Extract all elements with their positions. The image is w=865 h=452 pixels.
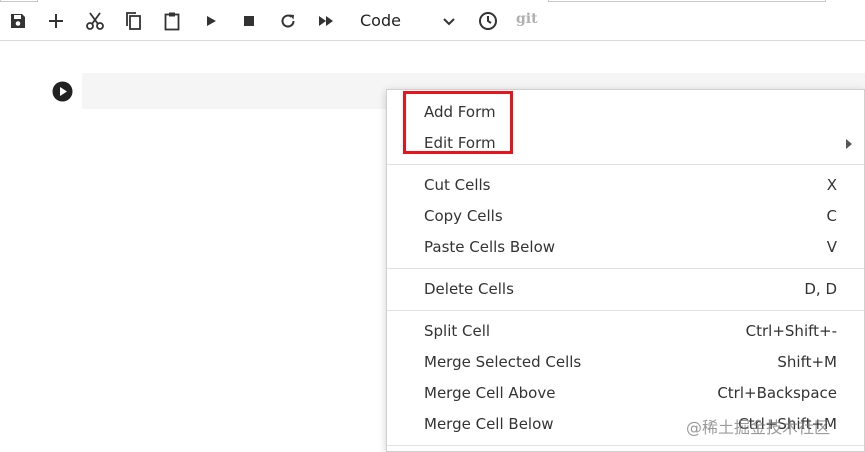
stop-kernel-button[interactable] [236,8,262,34]
save-button[interactable] [5,8,31,34]
git-button[interactable]: git [516,11,538,27]
clipboard-icon [164,12,180,31]
menu-item-shortcut: Ctrl+Shift+- [745,322,837,340]
menu-item-label: Merge Selected Cells [424,353,582,371]
menu-item-merge-cell-above[interactable]: Merge Cell Above Ctrl+Backspace [387,379,864,409]
menu-item-label: Delete Cells [424,280,514,298]
menu-item-shortcut: X [826,176,837,194]
menu-item-shortcut: V [826,238,837,256]
menu-separator [387,310,864,311]
notebook-page: Code git Add Form Edit Form Cut Cells X … [0,0,865,452]
menu-item-label: Merge Cell Below [424,415,554,433]
notebook-toolbar: Code git [0,0,865,41]
cell-type-select[interactable]: Code [352,6,466,36]
clock-icon [479,12,497,30]
menu-item-shortcut: Ctrl+Shift+M [738,415,837,433]
save-icon [11,14,25,28]
cut-button[interactable] [82,8,108,34]
cell-context-menu: Add Form Edit Form Cut Cells X Copy Cell… [386,89,865,452]
menu-item-label: Merge Cell Above [424,384,556,402]
stop-icon [244,16,254,26]
menu-item-edit-form[interactable]: Edit Form [387,129,864,159]
menu-item-merge-cell-below[interactable]: Merge Cell Below Ctrl+Shift+M [387,410,864,440]
cell-run-button[interactable] [52,81,73,102]
menu-item-copy-cells[interactable]: Copy Cells C [387,202,864,232]
menu-item-shortcut: D, D [804,280,837,298]
run-cell-button[interactable] [198,8,224,34]
menu-item-label: Split Cell [424,322,491,340]
menu-separator [387,164,864,165]
menu-item-paste-cells-below[interactable]: Paste Cells Below V [387,233,864,263]
plus-icon [49,14,63,28]
run-all-button[interactable] [313,8,339,34]
menu-item-shortcut: C [826,207,837,225]
copy-button[interactable] [120,8,146,34]
scissors-icon [86,12,104,30]
menu-separator [387,445,864,446]
restart-kernel-button[interactable] [275,8,301,34]
menu-separator [387,268,864,269]
menu-item-label: Edit Form [424,134,496,152]
history-button[interactable] [475,8,501,34]
menu-item-split-cell[interactable]: Split Cell Ctrl+Shift+- [387,317,864,347]
copy-icon [126,12,141,30]
fast-forward-icon [319,16,333,26]
menu-item-label: Cut Cells [424,176,491,194]
menu-item-merge-selected-cells[interactable]: Merge Selected Cells Shift+M [387,348,864,378]
menu-item-label: Paste Cells Below [424,238,556,256]
menu-item-shortcut: Ctrl+Backspace [717,384,837,402]
restart-icon [281,14,295,28]
menu-item-delete-cells[interactable]: Delete Cells D, D [387,275,864,305]
tab-edge-right [548,0,826,2]
tab-edge-left [0,0,38,2]
submenu-arrow-icon [846,139,852,149]
menu-item-add-form[interactable]: Add Form [387,98,864,128]
menu-item-label: Copy Cells [424,207,503,225]
menu-item-cut-cells[interactable]: Cut Cells X [387,171,864,201]
play-circle-icon [52,81,73,102]
paste-button[interactable] [159,8,185,34]
chevron-down-icon [443,18,455,26]
add-cell-button[interactable] [43,8,69,34]
menu-item-shortcut: Shift+M [777,353,837,371]
play-icon [207,16,216,26]
cell-type-value: Code [360,11,401,30]
menu-item-label: Add Form [424,103,496,121]
